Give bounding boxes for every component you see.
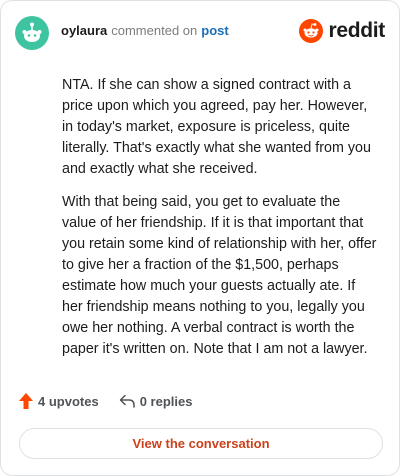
- comment-embed-card: oylaura commented on post reddit NTA. If…: [0, 0, 400, 476]
- view-conversation-button[interactable]: View the conversation: [19, 428, 383, 459]
- upvote-label: 4 upvotes: [38, 393, 99, 409]
- snoo-avatar-icon: [22, 22, 42, 42]
- comment-header: oylaura commented on post reddit: [15, 15, 385, 51]
- post-link[interactable]: post: [201, 23, 228, 38]
- reply-count[interactable]: 0 replies: [119, 393, 193, 409]
- user-avatar[interactable]: [15, 16, 49, 50]
- reply-label: 0 replies: [139, 393, 193, 409]
- comment-body: NTA. If she can show a signed contract w…: [62, 75, 378, 360]
- reddit-logo-icon: [299, 19, 324, 43]
- upvote-arrow-icon: [19, 393, 33, 409]
- comment-paragraph: With that being said, you get to evaluat…: [62, 194, 377, 357]
- reply-arrow-icon: [119, 394, 135, 408]
- brand-name: reddit: [328, 19, 385, 42]
- reddit-brand[interactable]: reddit: [299, 19, 385, 43]
- action-text: commented on: [111, 22, 198, 38]
- comment-paragraph: NTA. If she can show a signed contract w…: [62, 77, 371, 177]
- comment-meta: oylaura commented on post: [61, 23, 229, 38]
- username[interactable]: oylaura: [61, 23, 107, 38]
- upvote-count[interactable]: 4 upvotes: [19, 393, 99, 409]
- comment-footer: 4 upvotes 0 replies: [19, 393, 192, 409]
